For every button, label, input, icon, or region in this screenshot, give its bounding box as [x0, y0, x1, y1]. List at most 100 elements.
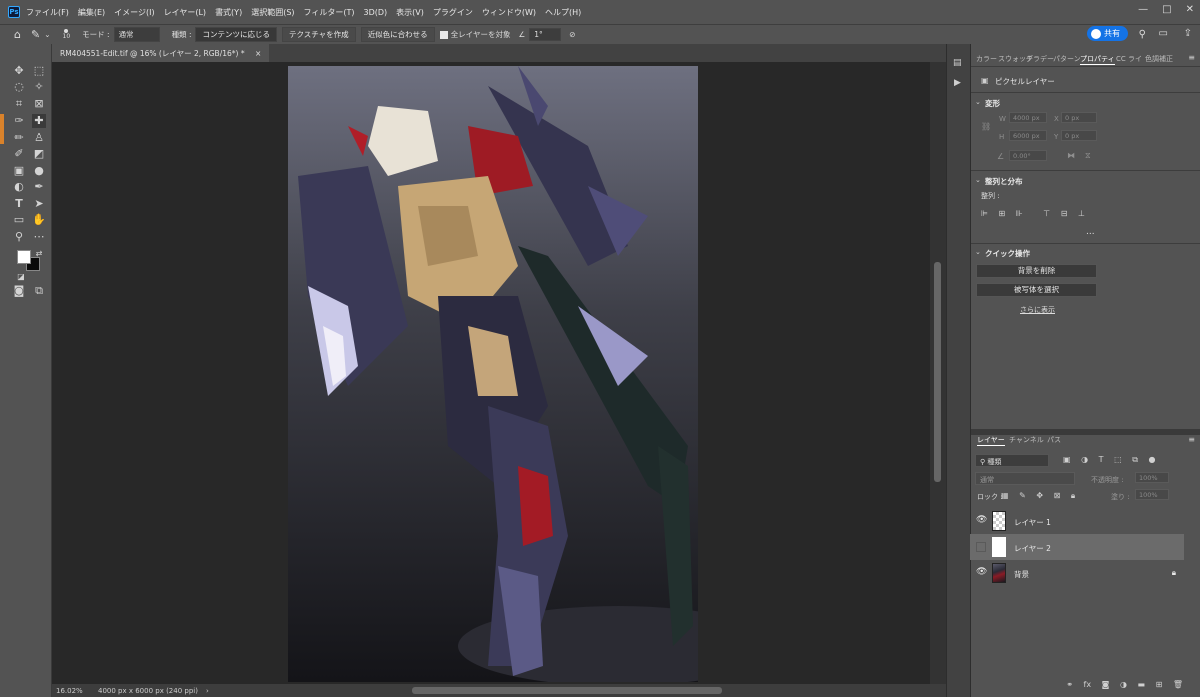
layer-lock-icon[interactable]: 🔒︎ [1172, 568, 1176, 578]
menu-view[interactable]: 表示(V) [396, 7, 424, 18]
actions-panel-icon[interactable]: ▶ [954, 78, 961, 88]
link-layers-icon[interactable]: ⚭ [1066, 680, 1073, 689]
adjustment-layer-icon[interactable]: ◑ [1120, 680, 1127, 689]
menu-edit[interactable]: 編集(E) [78, 7, 105, 18]
align-chevron-icon[interactable]: ⌄ [975, 176, 981, 184]
share-button[interactable]: 共有 [1087, 26, 1128, 41]
lock-transparent-icon[interactable]: ▦ [1001, 491, 1009, 500]
gradient-tool-icon[interactable]: ▣ [12, 164, 26, 178]
pressure-icon[interactable]: ⊘ [569, 30, 575, 39]
x-field[interactable]: 0 px [1061, 112, 1097, 123]
export-icon[interactable]: ⇪ [1184, 28, 1192, 39]
type-tool-icon[interactable]: T [12, 197, 26, 211]
tool-preset-chevron-icon[interactable]: ⌄ [44, 30, 50, 39]
quick-mask-icon[interactable]: ◙ [12, 284, 26, 298]
lasso-tool-icon[interactable]: ◌ [12, 80, 26, 94]
workspace-icon[interactable]: ▭ [1159, 28, 1168, 39]
status-chevron-icon[interactable]: › [206, 687, 209, 695]
tab-paths[interactable]: パス [1047, 435, 1061, 445]
tab-channels[interactable]: チャンネル [1009, 435, 1044, 445]
add-mask-icon[interactable]: ◙ [1102, 680, 1110, 689]
maximize-button[interactable]: □ [1162, 4, 1171, 15]
horizontal-scroll-thumb[interactable] [412, 687, 722, 694]
link-wh-icon[interactable]: ⛓ [981, 122, 991, 131]
panel-menu-icon[interactable]: ≡ [1188, 53, 1195, 62]
brush-preview-icon[interactable]: 10 [63, 29, 70, 40]
lock-position-icon[interactable]: ✥ [1036, 491, 1043, 500]
proximity-match-button[interactable]: 近似色に合わせる [360, 27, 435, 42]
panel-divider[interactable] [971, 429, 1200, 435]
show-more-link[interactable]: さらに表示 [1020, 305, 1055, 315]
remove-background-button[interactable]: 背景を削除 [976, 264, 1097, 278]
tab-color[interactable]: カラー [976, 54, 997, 64]
menu-file[interactable]: ファイル(F) [26, 7, 69, 18]
path-select-tool-icon[interactable]: ➤ [32, 197, 46, 211]
eyedropper-tool-icon[interactable]: ✑ [12, 114, 26, 128]
align-right-icon[interactable]: ⊪ [1016, 209, 1023, 218]
tab-gradients[interactable]: グラデー [1026, 54, 1054, 64]
home-icon[interactable]: ⌂ [14, 28, 21, 41]
layer-filter-select[interactable]: ⚲ 種類 [975, 454, 1049, 467]
pen-tool-icon[interactable]: ✒ [32, 180, 46, 194]
filter-toggle-icon[interactable]: ● [1148, 455, 1155, 464]
create-texture-button[interactable]: テクスチャを作成 [281, 27, 356, 42]
healing-brush-tool-icon[interactable]: ✎ [31, 28, 40, 41]
layer-row[interactable]: 👁︎ 背景 🔒︎ [970, 560, 1184, 586]
transform-chevron-icon[interactable]: ⌄ [975, 98, 981, 106]
lock-artboard-icon[interactable]: ⊠ [1054, 491, 1061, 500]
all-layers-checkbox[interactable]: 全レイヤーを対象 [439, 29, 510, 40]
tab-properties[interactable]: プロパティ [1080, 54, 1115, 65]
search-icon[interactable]: ⚲ [1139, 29, 1146, 40]
screen-mode-icon[interactable]: ⧉ [32, 284, 46, 298]
visibility-eye-icon[interactable]: 👁︎ [976, 568, 987, 577]
delete-layer-icon[interactable]: 🗑︎ [1173, 680, 1183, 689]
new-group-icon[interactable]: ▬ [1137, 680, 1145, 689]
more-options-icon[interactable]: ... [1086, 227, 1095, 237]
tab-patterns[interactable]: パターン [1053, 54, 1081, 64]
hand-tool-icon[interactable]: ✋ [32, 213, 46, 227]
align-center-h-icon[interactable]: ⊞ [999, 209, 1006, 218]
eraser-tool-icon[interactable]: ◩ [32, 147, 46, 161]
vertical-scroll-thumb[interactable] [934, 262, 941, 482]
layer-name[interactable]: レイヤー 2 [1014, 543, 1051, 554]
foreground-color-swatch[interactable] [17, 250, 31, 264]
angle-field[interactable]: 0.00° [1009, 150, 1047, 161]
tab-cc-libraries[interactable]: CC ライ [1116, 54, 1142, 64]
zoom-tool-icon[interactable]: ⚲ [12, 230, 26, 244]
filter-type-icon[interactable]: T [1099, 455, 1104, 464]
dodge-tool-icon[interactable]: ◐ [12, 180, 26, 194]
frame-tool-icon[interactable]: ⊠ [32, 97, 46, 111]
menu-select[interactable]: 選択範囲(S) [251, 7, 294, 18]
content-aware-button[interactable]: コンテンツに応じる [195, 27, 277, 42]
history-panel-icon[interactable]: ▤ [953, 58, 962, 68]
menu-type[interactable]: 書式(Y) [215, 7, 242, 18]
y-field[interactable]: 0 px [1061, 130, 1097, 141]
align-top-icon[interactable]: ⊤ [1043, 209, 1050, 218]
align-center-v-icon[interactable]: ⊟ [1061, 209, 1068, 218]
visibility-toggle-empty[interactable] [976, 542, 986, 552]
stamp-tool-icon[interactable]: ♙ [32, 131, 46, 145]
document-tab[interactable]: RM404551-Edit.tif @ 16% (レイヤー 2, RGB/16*… [52, 44, 270, 62]
fill-field[interactable]: 100% [1135, 489, 1169, 500]
history-brush-tool-icon[interactable]: ✐ [12, 147, 26, 161]
menu-layer[interactable]: レイヤー(L) [164, 7, 206, 18]
rectangle-tool-icon[interactable]: ▭ [12, 213, 26, 227]
height-field[interactable]: 6000 px [1009, 130, 1047, 141]
lock-pixels-icon[interactable]: ✎ [1019, 491, 1026, 500]
flip-horizontal-icon[interactable]: ⧓ [1067, 151, 1075, 160]
lock-all-icon[interactable]: 🔒︎ [1071, 491, 1075, 501]
filter-smart-icon[interactable]: ⧉ [1132, 455, 1138, 465]
filter-shape-icon[interactable]: ⬚ [1114, 455, 1122, 464]
menu-window[interactable]: ウィンドウ(W) [482, 7, 536, 18]
visibility-eye-icon[interactable]: 👁︎ [976, 516, 987, 525]
layer-row[interactable]: レイヤー 2 [970, 534, 1184, 560]
blend-mode-select[interactable]: 通常 [975, 472, 1075, 485]
menu-3d[interactable]: 3D(D) [364, 8, 388, 17]
quick-actions-chevron-icon[interactable]: ⌄ [975, 248, 981, 256]
filter-pixel-icon[interactable]: ▣ [1063, 455, 1071, 464]
default-colors-icon[interactable]: ◪ [14, 270, 28, 284]
layer-row[interactable]: 👁︎ レイヤー 1 [970, 508, 1184, 534]
select-subject-button[interactable]: 被写体を選択 [976, 283, 1097, 297]
move-tool-icon[interactable]: ✥ [12, 64, 26, 78]
tab-adjustments[interactable]: 色調補正 [1145, 54, 1173, 64]
